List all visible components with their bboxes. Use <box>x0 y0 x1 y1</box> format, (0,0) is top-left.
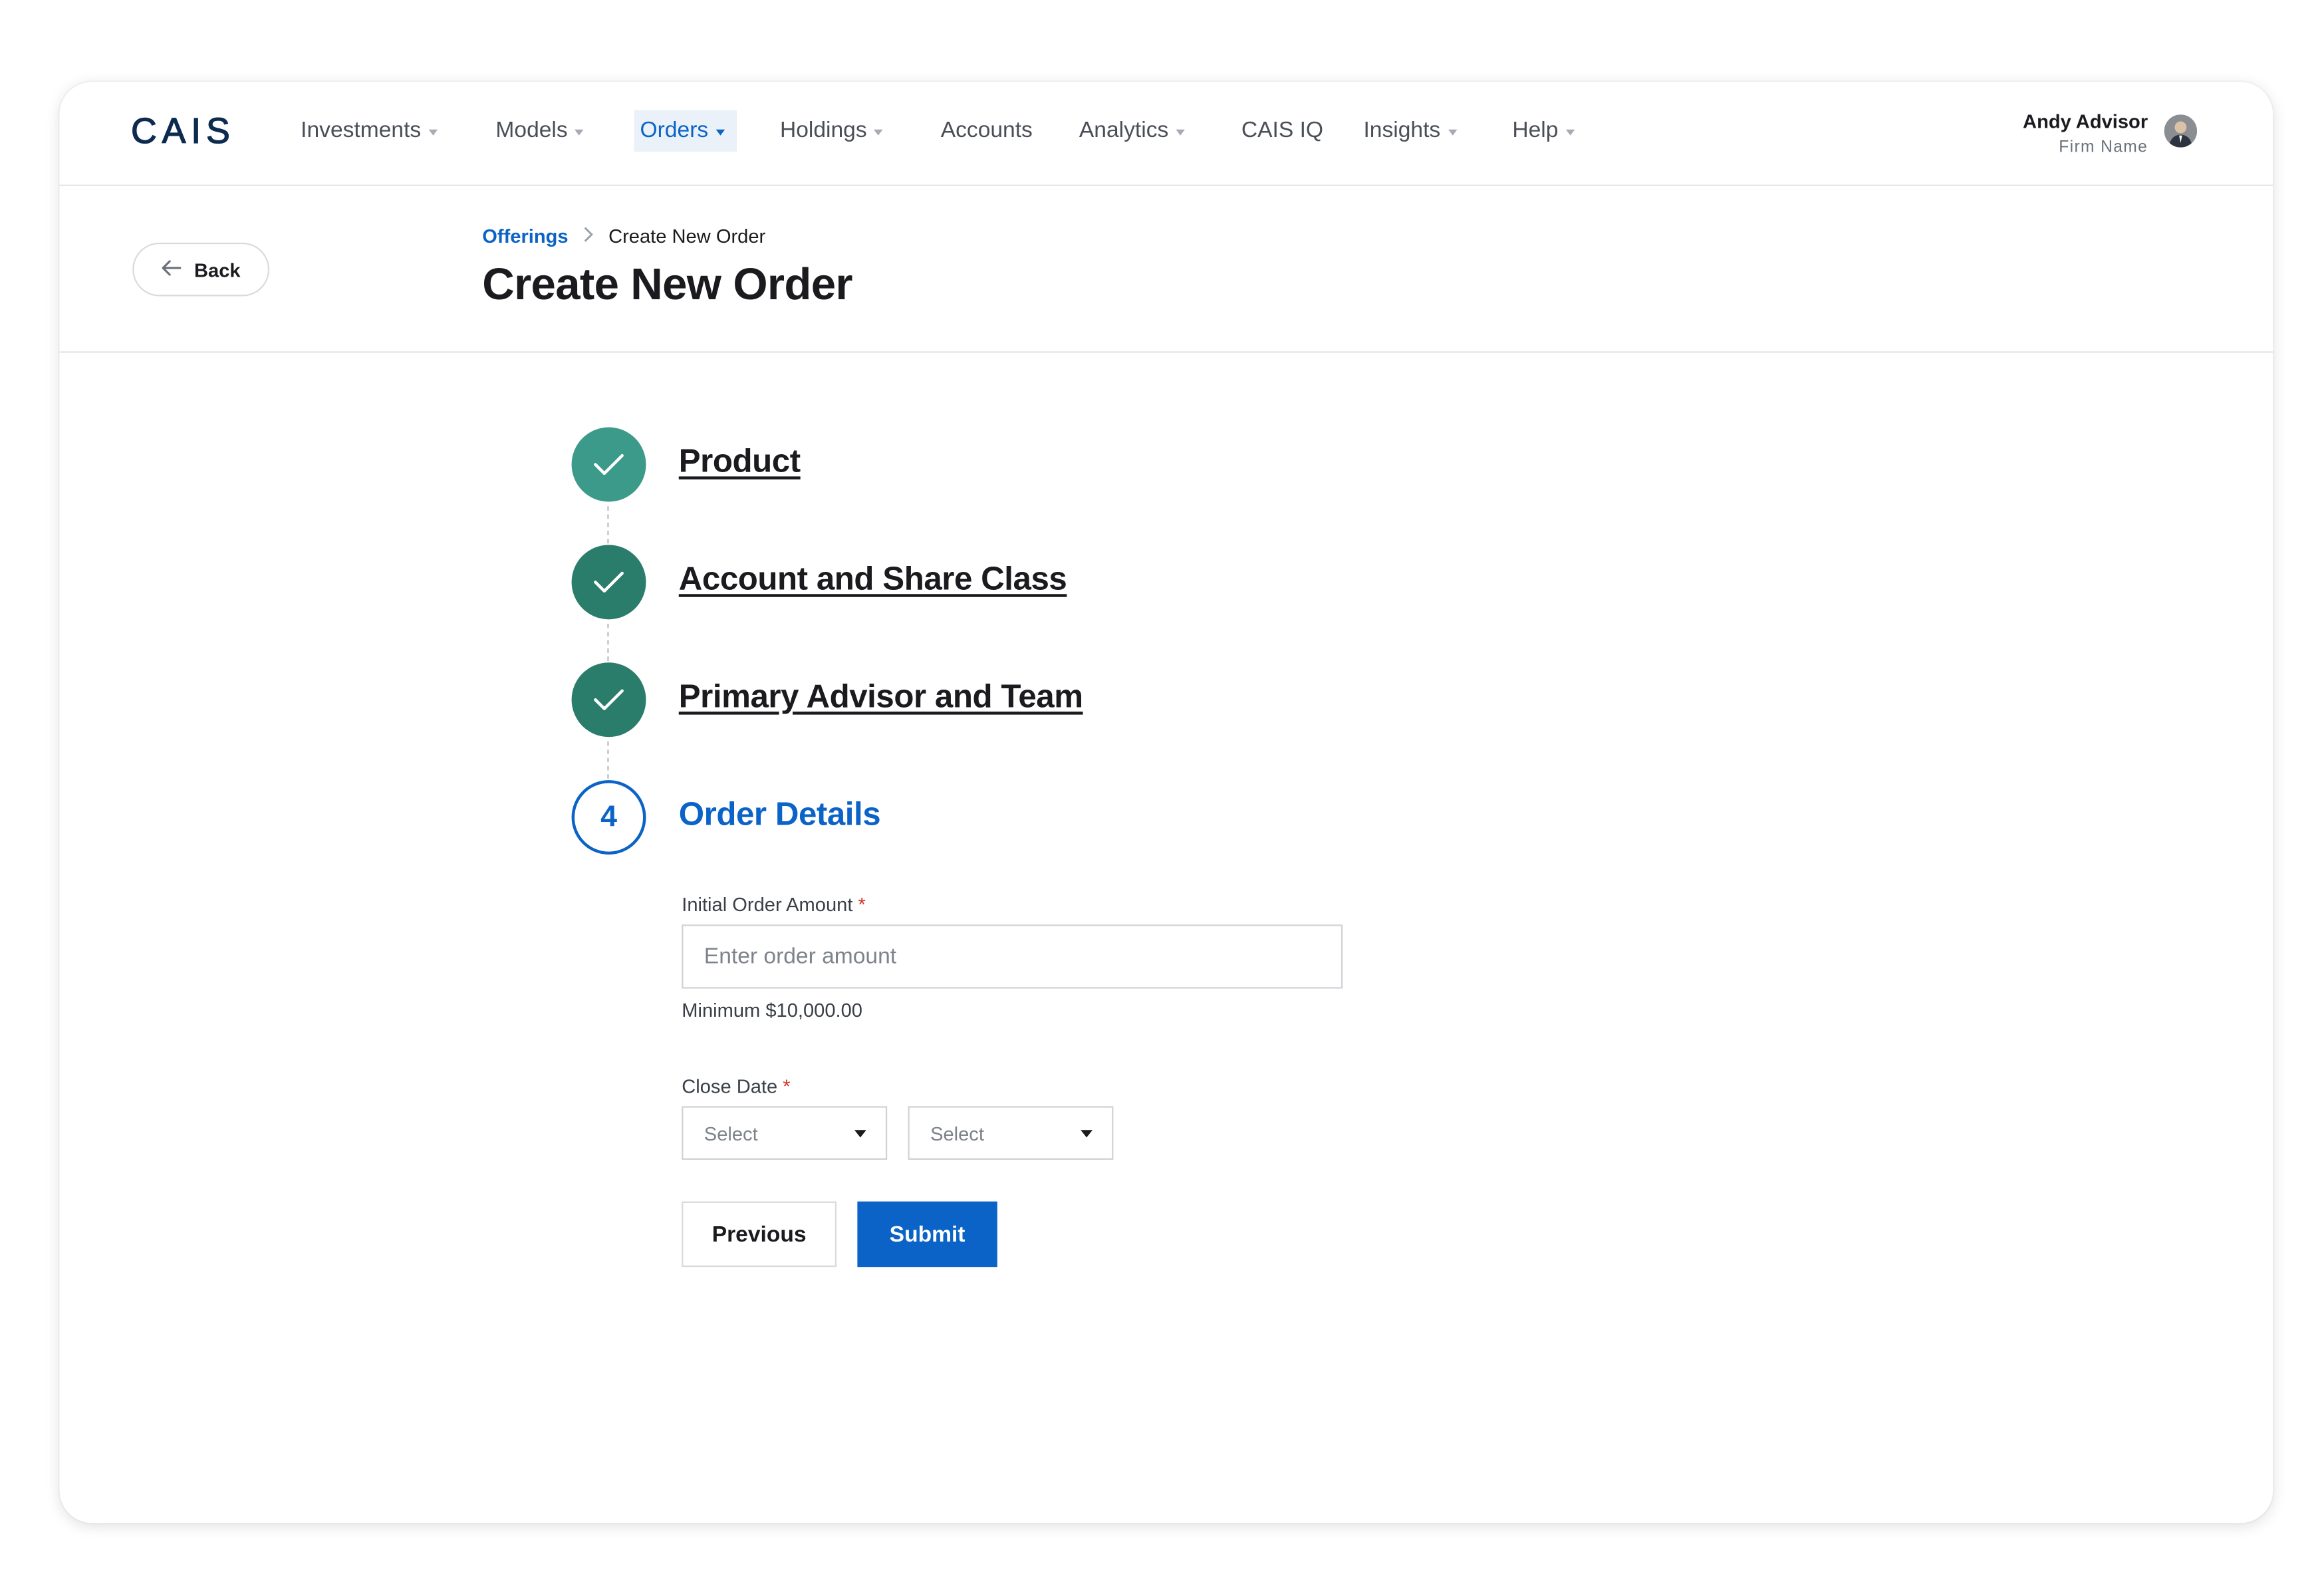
chevron-down-icon <box>715 129 725 136</box>
nav-label: Accounts <box>940 117 1033 143</box>
app-window: CAIS Investments Models Orders Holdings … <box>59 82 2273 1524</box>
nav-insights[interactable]: Insights <box>1363 117 1457 143</box>
nav-models[interactable]: Models <box>495 118 584 143</box>
nav-cais-iq[interactable]: CAIS IQ <box>1241 118 1323 143</box>
required-marker: * <box>858 893 866 916</box>
nav-help[interactable]: Help <box>1512 118 1575 143</box>
step-connector <box>607 624 609 662</box>
chevron-down-icon <box>1176 128 1185 135</box>
step-1-complete-indicator <box>571 427 646 502</box>
step-account-share-class-link[interactable]: Account and Share Class <box>679 560 1067 598</box>
select-value: Select <box>704 1121 758 1144</box>
nav-label: Help <box>1512 117 1559 143</box>
nav-label: Orders <box>640 117 709 143</box>
arrow-left-icon <box>162 258 182 281</box>
step-2-complete-indicator <box>571 545 646 620</box>
chevron-down-icon <box>575 128 584 135</box>
chevron-down-icon <box>874 128 884 135</box>
cais-logo[interactable]: CAIS <box>130 111 235 154</box>
page-header: Back Offerings Create New Order Create N… <box>59 185 2273 353</box>
step-order-details-title: Order Details <box>678 795 881 833</box>
nav-label: CAIS IQ <box>1241 117 1324 143</box>
step-3-complete-indicator <box>571 662 646 737</box>
screen: CAIS Investments Models Orders Holdings … <box>0 0 2322 1596</box>
chevron-right-icon <box>583 225 594 247</box>
breadcrumb-link-offerings[interactable]: Offerings <box>482 225 568 247</box>
top-nav: CAIS Investments Models Orders Holdings … <box>59 82 2273 186</box>
check-icon <box>594 454 624 475</box>
field-label-text: Close Date <box>682 1075 778 1097</box>
user-firm: Firm Name <box>2059 138 2148 157</box>
user-name[interactable]: Andy Advisor <box>2023 110 2148 133</box>
field-label-text: Initial Order Amount <box>682 893 853 916</box>
nav-label: Investments <box>301 117 422 143</box>
select-value: Select <box>930 1121 984 1144</box>
nav-analytics[interactable]: Analytics <box>1079 118 1185 143</box>
close-date-select-2[interactable]: Select <box>908 1106 1114 1160</box>
nav-label: Insights <box>1363 117 1441 143</box>
close-date-label: Close Date * <box>682 1075 790 1097</box>
chevron-down-icon <box>428 128 438 135</box>
nav-accounts[interactable]: Accounts <box>941 118 1033 143</box>
step-primary-advisor-link[interactable]: Primary Advisor and Team <box>679 678 1083 716</box>
nav-label: Models <box>495 117 568 143</box>
step-connector <box>607 506 609 544</box>
nav-holdings[interactable]: Holdings <box>779 117 884 143</box>
check-icon <box>594 689 624 710</box>
step-4-current-indicator: 4 <box>571 780 646 855</box>
breadcrumb: Offerings Create New Order <box>482 225 765 247</box>
user-avatar-icon[interactable] <box>2164 114 2198 148</box>
chevron-down-icon <box>1448 128 1457 135</box>
caret-down-icon <box>1081 1129 1093 1137</box>
back-label: Back <box>194 258 241 281</box>
page-title: Create New Order <box>482 260 852 310</box>
step-connector <box>607 741 609 779</box>
nav-orders[interactable]: Orders <box>634 110 737 152</box>
nav-investments[interactable]: Investments <box>301 118 438 143</box>
caret-down-icon <box>854 1129 866 1137</box>
submit-button[interactable]: Submit <box>857 1201 997 1267</box>
chevron-down-icon <box>1565 128 1575 135</box>
order-amount-input[interactable] <box>682 924 1343 989</box>
nav-label: Analytics <box>1079 117 1169 143</box>
minimum-amount-helper: Minimum $10,000.00 <box>682 999 863 1021</box>
previous-button[interactable]: Previous <box>682 1201 837 1267</box>
breadcrumb-current: Create New Order <box>608 225 766 247</box>
step-product-link[interactable]: Product <box>679 442 801 481</box>
initial-order-amount-label: Initial Order Amount * <box>682 893 866 916</box>
required-marker: * <box>783 1075 791 1097</box>
check-icon <box>594 571 624 593</box>
close-date-select-1[interactable]: Select <box>682 1106 888 1160</box>
back-button[interactable]: Back <box>132 242 270 297</box>
nav-label: Holdings <box>779 117 867 143</box>
